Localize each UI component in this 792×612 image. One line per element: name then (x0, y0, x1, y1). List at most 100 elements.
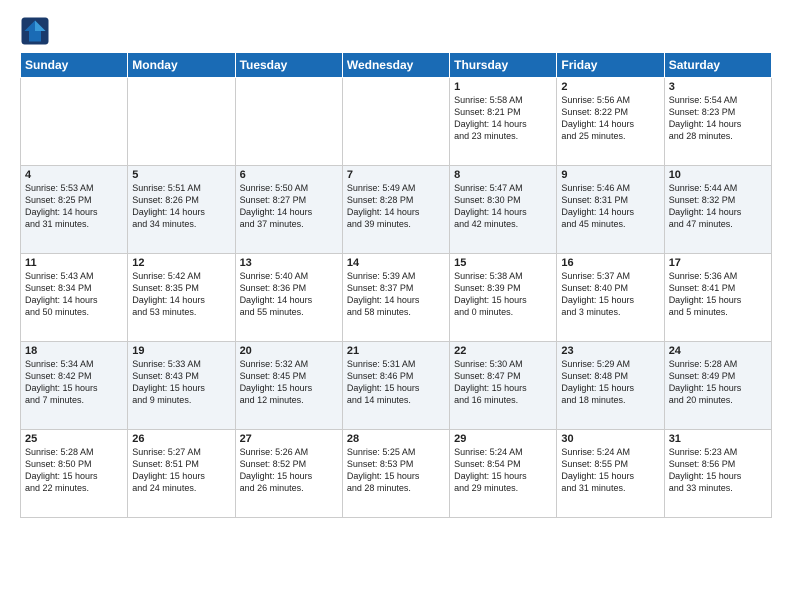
cell-content: Daylight: 14 hours (669, 206, 767, 218)
cell-content: Sunrise: 5:46 AM (561, 182, 659, 194)
cell-content: and 22 minutes. (25, 482, 123, 494)
day-number: 16 (561, 257, 659, 269)
day-number: 22 (454, 345, 552, 357)
cell-content: Sunrise: 5:39 AM (347, 270, 445, 282)
cell-content: Sunrise: 5:31 AM (347, 358, 445, 370)
cell-content: Daylight: 15 hours (132, 470, 230, 482)
cell-content: Sunset: 8:52 PM (240, 458, 338, 470)
logo (20, 16, 54, 46)
cell-content: and 5 minutes. (669, 306, 767, 318)
cell-content: Daylight: 14 hours (132, 294, 230, 306)
cell-content: Daylight: 15 hours (454, 382, 552, 394)
cell-content: and 20 minutes. (669, 394, 767, 406)
day-number: 8 (454, 169, 552, 181)
cell-content: Sunrise: 5:23 AM (669, 446, 767, 458)
cell-content: Sunset: 8:27 PM (240, 194, 338, 206)
calendar-cell: 9Sunrise: 5:46 AMSunset: 8:31 PMDaylight… (557, 166, 664, 254)
cell-content: Daylight: 15 hours (240, 470, 338, 482)
calendar-cell: 27Sunrise: 5:26 AMSunset: 8:52 PMDayligh… (235, 430, 342, 518)
calendar-cell: 25Sunrise: 5:28 AMSunset: 8:50 PMDayligh… (21, 430, 128, 518)
cell-content: Sunrise: 5:38 AM (454, 270, 552, 282)
cell-content: Daylight: 14 hours (669, 118, 767, 130)
day-number: 12 (132, 257, 230, 269)
cell-content: Daylight: 15 hours (669, 382, 767, 394)
weekday-header: Wednesday (342, 53, 449, 78)
cell-content: Daylight: 15 hours (347, 382, 445, 394)
cell-content: and 7 minutes. (25, 394, 123, 406)
cell-content: Daylight: 15 hours (132, 382, 230, 394)
cell-content: and 55 minutes. (240, 306, 338, 318)
calendar-cell (128, 78, 235, 166)
cell-content: Daylight: 15 hours (669, 470, 767, 482)
cell-content: and 45 minutes. (561, 218, 659, 230)
cell-content: Sunrise: 5:54 AM (669, 94, 767, 106)
day-number: 3 (669, 81, 767, 93)
weekday-row: SundayMondayTuesdayWednesdayThursdayFrid… (21, 53, 772, 78)
cell-content: Daylight: 15 hours (25, 470, 123, 482)
cell-content: Sunset: 8:48 PM (561, 370, 659, 382)
cell-content: Daylight: 14 hours (25, 206, 123, 218)
calendar-week-row: 25Sunrise: 5:28 AMSunset: 8:50 PMDayligh… (21, 430, 772, 518)
cell-content: Sunset: 8:32 PM (669, 194, 767, 206)
cell-content: Sunrise: 5:43 AM (25, 270, 123, 282)
cell-content: and 42 minutes. (454, 218, 552, 230)
calendar-cell: 26Sunrise: 5:27 AMSunset: 8:51 PMDayligh… (128, 430, 235, 518)
calendar-cell: 31Sunrise: 5:23 AMSunset: 8:56 PMDayligh… (664, 430, 771, 518)
cell-content: Sunset: 8:34 PM (25, 282, 123, 294)
cell-content: Sunset: 8:55 PM (561, 458, 659, 470)
cell-content: and 16 minutes. (454, 394, 552, 406)
cell-content: Sunrise: 5:34 AM (25, 358, 123, 370)
weekday-header: Saturday (664, 53, 771, 78)
calendar-cell: 17Sunrise: 5:36 AMSunset: 8:41 PMDayligh… (664, 254, 771, 342)
day-number: 15 (454, 257, 552, 269)
calendar-cell: 12Sunrise: 5:42 AMSunset: 8:35 PMDayligh… (128, 254, 235, 342)
cell-content: Sunset: 8:41 PM (669, 282, 767, 294)
cell-content: and 3 minutes. (561, 306, 659, 318)
cell-content: Sunset: 8:22 PM (561, 106, 659, 118)
day-number: 4 (25, 169, 123, 181)
cell-content: and 9 minutes. (132, 394, 230, 406)
cell-content: Daylight: 14 hours (240, 206, 338, 218)
day-number: 2 (561, 81, 659, 93)
day-number: 19 (132, 345, 230, 357)
day-number: 20 (240, 345, 338, 357)
cell-content: Daylight: 14 hours (25, 294, 123, 306)
cell-content: Sunset: 8:37 PM (347, 282, 445, 294)
cell-content: Sunrise: 5:44 AM (669, 182, 767, 194)
calendar-week-row: 11Sunrise: 5:43 AMSunset: 8:34 PMDayligh… (21, 254, 772, 342)
cell-content: and 33 minutes. (669, 482, 767, 494)
cell-content: Daylight: 14 hours (347, 294, 445, 306)
cell-content: Sunset: 8:56 PM (669, 458, 767, 470)
day-number: 7 (347, 169, 445, 181)
calendar-cell: 1Sunrise: 5:58 AMSunset: 8:21 PMDaylight… (450, 78, 557, 166)
cell-content: Sunset: 8:36 PM (240, 282, 338, 294)
cell-content: and 0 minutes. (454, 306, 552, 318)
cell-content: Sunrise: 5:49 AM (347, 182, 445, 194)
cell-content: and 31 minutes. (25, 218, 123, 230)
cell-content: Daylight: 15 hours (454, 294, 552, 306)
day-number: 25 (25, 433, 123, 445)
day-number: 23 (561, 345, 659, 357)
cell-content: Sunrise: 5:29 AM (561, 358, 659, 370)
cell-content: Sunset: 8:54 PM (454, 458, 552, 470)
header (20, 16, 772, 46)
calendar-cell: 19Sunrise: 5:33 AMSunset: 8:43 PMDayligh… (128, 342, 235, 430)
calendar-cell: 16Sunrise: 5:37 AMSunset: 8:40 PMDayligh… (557, 254, 664, 342)
cell-content: Sunrise: 5:40 AM (240, 270, 338, 282)
cell-content: and 34 minutes. (132, 218, 230, 230)
cell-content: Daylight: 15 hours (25, 382, 123, 394)
cell-content: and 18 minutes. (561, 394, 659, 406)
day-number: 5 (132, 169, 230, 181)
day-number: 21 (347, 345, 445, 357)
calendar-cell: 13Sunrise: 5:40 AMSunset: 8:36 PMDayligh… (235, 254, 342, 342)
cell-content: and 24 minutes. (132, 482, 230, 494)
cell-content: Sunrise: 5:42 AM (132, 270, 230, 282)
calendar-cell: 4Sunrise: 5:53 AMSunset: 8:25 PMDaylight… (21, 166, 128, 254)
page: SundayMondayTuesdayWednesdayThursdayFrid… (0, 0, 792, 534)
calendar-cell: 18Sunrise: 5:34 AMSunset: 8:42 PMDayligh… (21, 342, 128, 430)
cell-content: and 37 minutes. (240, 218, 338, 230)
cell-content: Daylight: 14 hours (561, 118, 659, 130)
cell-content: Daylight: 14 hours (454, 206, 552, 218)
cell-content: Sunrise: 5:36 AM (669, 270, 767, 282)
calendar-cell: 11Sunrise: 5:43 AMSunset: 8:34 PMDayligh… (21, 254, 128, 342)
